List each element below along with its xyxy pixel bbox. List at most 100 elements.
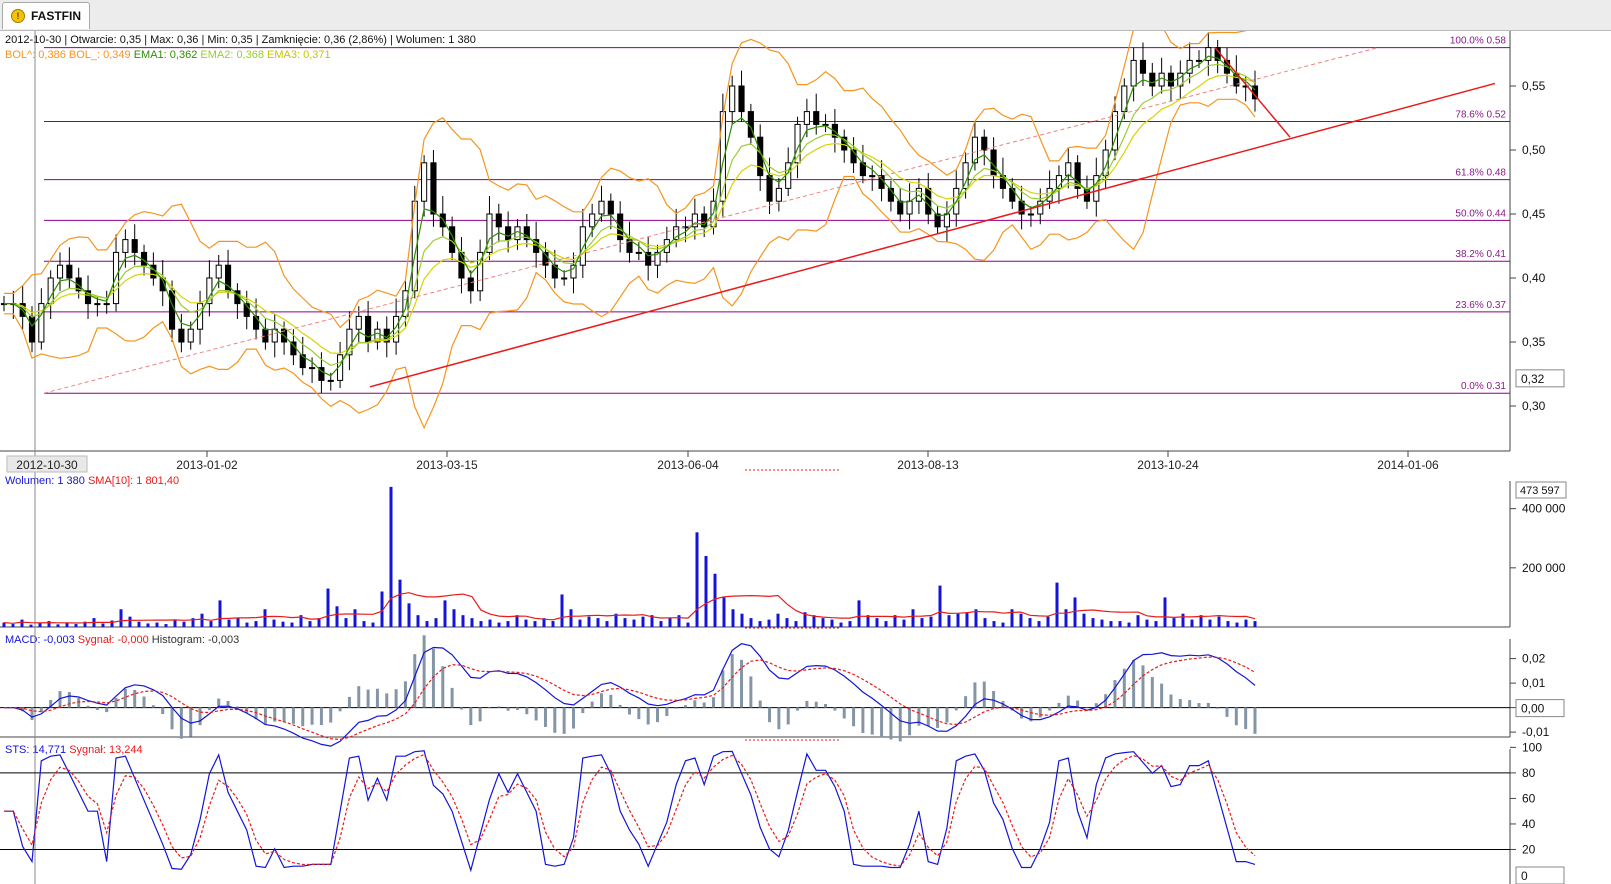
macd-histogram-bar <box>357 686 361 708</box>
candle-body <box>579 226 586 266</box>
volume-bar <box>884 621 888 627</box>
macd-histogram-bar <box>235 706 239 708</box>
macd-histogram-bar <box>282 707 286 722</box>
volume-bar <box>146 623 150 627</box>
macd-histogram-bar <box>534 707 538 721</box>
macd-histogram-bar <box>908 707 912 736</box>
macd-histogram-bar <box>1216 707 1220 709</box>
volume-bar <box>533 621 537 627</box>
chart-canvas[interactable]: 0,300,350,400,450,500,550,600,322013-01-… <box>0 31 1611 884</box>
candle-body <box>467 277 474 292</box>
macd-y-tick-label: 0,02 <box>1522 652 1546 666</box>
macd-histogram-bar <box>161 707 165 715</box>
volume-bar <box>641 616 645 627</box>
macd-histogram-bar <box>936 707 940 728</box>
macd-histogram-bar <box>665 707 669 717</box>
candle-body <box>439 213 446 228</box>
candle-body <box>1009 187 1016 202</box>
volume-y-tick-label: 400 000 <box>1522 502 1566 516</box>
candle-body <box>729 85 736 113</box>
cursor-date-label: 2012-10-30 <box>16 458 78 472</box>
candle-body <box>309 367 316 370</box>
macd-histogram-bar <box>77 697 81 708</box>
volume-bar <box>767 619 771 627</box>
volume-bar <box>1073 597 1077 627</box>
volume-bar <box>263 609 267 627</box>
macd-histogram-bar <box>618 704 622 708</box>
volume-bar <box>704 556 708 627</box>
volume-bar <box>353 609 357 627</box>
macd-histogram-bar <box>656 707 660 723</box>
macd-histogram-bar <box>1057 702 1061 708</box>
macd-histogram-bar <box>1020 707 1024 719</box>
volume-bar <box>200 613 204 627</box>
volume-bar <box>389 486 393 627</box>
volume-bar <box>830 619 834 627</box>
tab-fastfin[interactable]: ! FASTFIN <box>2 2 90 29</box>
candle-body <box>925 187 932 215</box>
volume-bar <box>1172 618 1176 627</box>
volume-bar <box>479 621 483 627</box>
last-macd-label: 0,00 <box>1521 702 1545 716</box>
macd-histogram-bar <box>319 707 323 726</box>
macd-histogram-bar <box>562 707 566 734</box>
macd-histogram-bar <box>1253 707 1257 734</box>
volume-bar <box>551 621 555 627</box>
volume-bar <box>128 616 132 627</box>
macd-histogram-bar <box>1132 660 1136 708</box>
macd-histogram-bar <box>861 707 865 733</box>
volume-bar <box>218 600 222 627</box>
volume-bar <box>677 615 681 627</box>
candle-body <box>1139 59 1147 74</box>
macd-histogram-bar <box>310 707 314 725</box>
macd-histogram-bar <box>880 707 884 738</box>
volume-bar <box>1109 621 1113 627</box>
volume-bar <box>587 616 591 627</box>
macd-histogram-bar <box>599 693 603 708</box>
volume-bar <box>839 622 843 627</box>
volume-bar <box>227 619 231 627</box>
candle-body <box>906 200 913 215</box>
fib-label: 100.0% 0.58 <box>1450 36 1507 47</box>
volume-bar <box>1046 616 1050 627</box>
macd-y-tick-label: -0,01 <box>1522 725 1550 739</box>
macd-histogram-bar <box>441 666 445 708</box>
tab-label: FASTFIN <box>31 9 81 23</box>
fib-label: 50.0% 0.44 <box>1455 208 1506 219</box>
volume-bar <box>308 621 312 627</box>
volume-bar <box>1244 619 1248 627</box>
macd-histogram-bar <box>366 689 370 708</box>
volume-bar <box>425 621 429 627</box>
volume-bar <box>461 615 465 627</box>
candle-body <box>635 251 642 254</box>
macd-histogram-bar <box>786 707 790 725</box>
volume-bar <box>362 621 366 627</box>
candle-body <box>178 328 185 343</box>
candle-body <box>1130 59 1137 87</box>
sts-y-tick-label: 100 <box>1522 740 1542 754</box>
volume-bar <box>182 621 186 627</box>
volume-bar <box>1190 619 1194 627</box>
volume-bar <box>848 621 852 627</box>
macd-histogram-bar <box>954 707 958 711</box>
date-tick-label: 2013-06-04 <box>657 458 719 472</box>
volume-bar <box>911 609 915 627</box>
volume-bar <box>1055 582 1059 627</box>
candle-body <box>775 187 782 202</box>
candle-body <box>981 136 988 151</box>
macd-histogram-bar <box>777 707 781 730</box>
macd-histogram-bar <box>394 689 398 708</box>
macd-histogram-bar <box>487 707 491 709</box>
macd-histogram-bar <box>1038 707 1042 718</box>
volume-bar <box>605 621 609 627</box>
candle-body <box>168 290 176 330</box>
macd-histogram-bar <box>301 707 305 727</box>
fib-label: 0.0% 0.31 <box>1461 381 1506 392</box>
macd-histogram-bar <box>824 704 828 708</box>
volume-bar <box>1082 613 1086 627</box>
macd-histogram-bar <box>329 707 333 723</box>
macd-histogram-bar <box>450 687 454 708</box>
macd-histogram-bar <box>945 707 949 723</box>
candle-body <box>56 264 64 279</box>
macd-histogram-bar <box>609 694 613 708</box>
